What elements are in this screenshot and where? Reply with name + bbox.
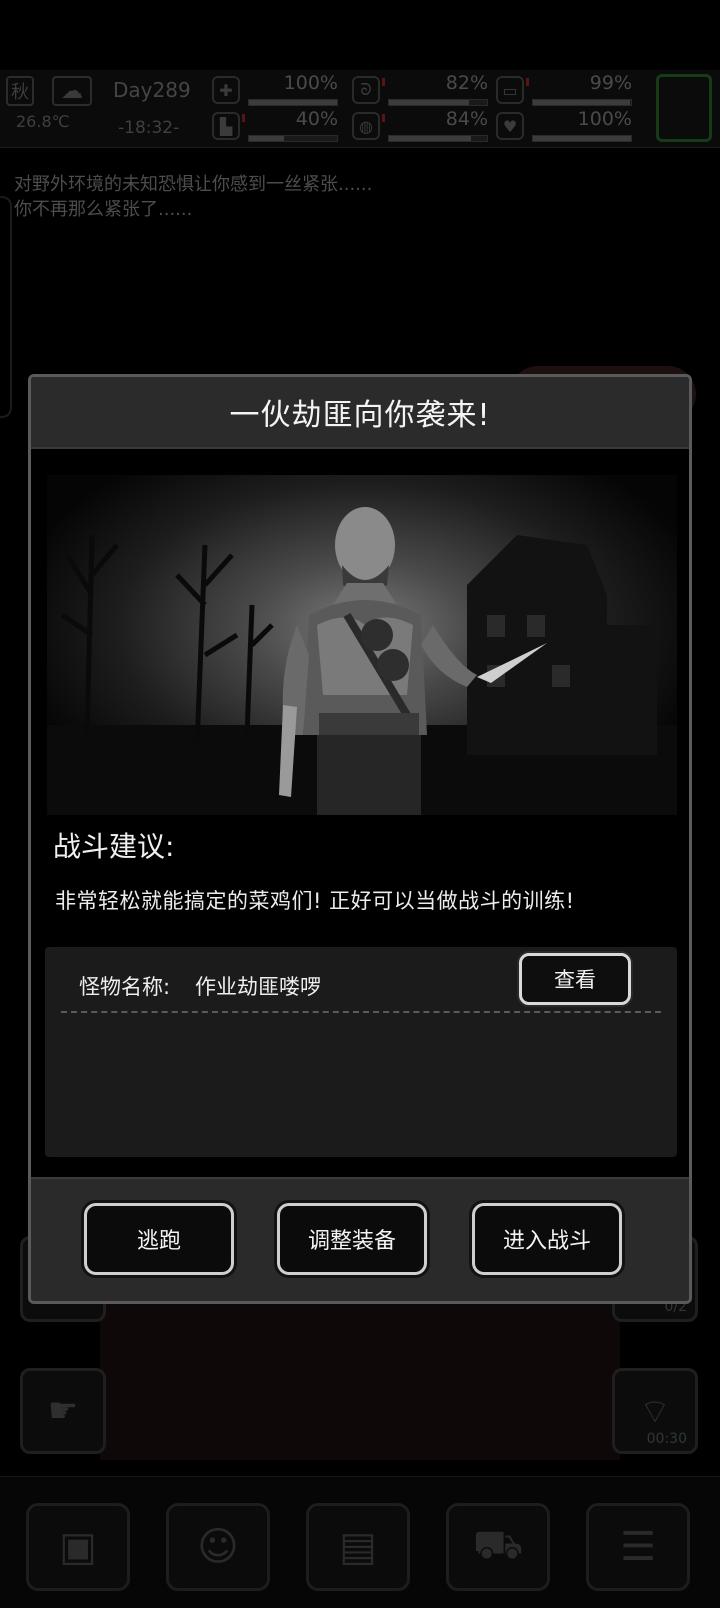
hunger-stat: ᘐ 82% <box>352 72 490 108</box>
temperature: 26.8℃ <box>16 112 70 131</box>
enter-battle-button[interactable]: 进入战斗 <box>472 1203 622 1275</box>
menu-list-icon: ☰ <box>620 1524 656 1570</box>
bandit-illustration <box>47 475 677 815</box>
log-line: 对野外环境的未知恐惧让你感到一丝紧张...... <box>14 174 373 195</box>
tap-hand-button[interactable]: ☛ <box>20 1368 106 1454</box>
radar-timer: 00:30 <box>646 1431 687 1447</box>
log-line: 你不再那么紧张了...... <box>14 199 193 220</box>
shop-button[interactable]: ⛟ <box>446 1503 550 1591</box>
day-counter: Day289 <box>113 78 191 102</box>
battery-icon: ▭ <box>496 76 524 104</box>
thirst-stat: ◍ 84% <box>352 108 490 144</box>
brain-head-icon: ☺ <box>197 1524 239 1570</box>
radar-button[interactable]: ⌔ 00:30 <box>612 1368 698 1454</box>
background-map <box>100 1280 620 1460</box>
stamina-bar <box>248 135 338 142</box>
medkit-icon: ✚ <box>212 76 240 104</box>
dashed-divider <box>61 1011 661 1013</box>
skills-button[interactable]: ☺ <box>166 1503 270 1591</box>
advice-heading: 战斗建议: <box>53 830 175 863</box>
season-indicator: 秋 <box>6 76 34 106</box>
stamina-stat: ▙ 40% <box>212 108 340 144</box>
cloudy-weather-icon: ☁ <box>52 76 92 106</box>
bottom-nav: ▣ ☺ ▤ ⛟ ☰ <box>0 1476 720 1608</box>
clock: -18:32- <box>118 118 180 138</box>
hand-pointer-icon: ☛ <box>47 1391 79 1431</box>
dialog-header: 一伙劫匪向你袭来! <box>31 377 689 449</box>
boot-icon: ▙ <box>212 112 240 140</box>
menu-button[interactable]: ☰ <box>586 1503 690 1591</box>
notebook-icon: ▤ <box>339 1524 377 1570</box>
side-drawer-handle[interactable] <box>0 196 12 418</box>
adjust-equipment-button[interactable]: 调整装备 <box>277 1203 427 1275</box>
backpack-button[interactable]: ▣ <box>26 1503 130 1591</box>
stomach-icon: ᘐ <box>352 76 380 104</box>
backpack-icon: ▣ <box>59 1524 97 1570</box>
encounter-dialog: 一伙劫匪向你袭来! 战斗建议: 非常轻松就能搞定的菜鸡们! 正好可以当做战斗的训… <box>28 374 692 1304</box>
thirst-bar <box>388 135 488 142</box>
mood-bar <box>532 135 632 142</box>
cart-icon: ⛟ <box>472 1521 524 1568</box>
bandit-scene-art <box>47 507 677 815</box>
view-monster-button[interactable]: 查看 <box>519 953 631 1005</box>
water-drop-icon: ◍ <box>352 112 380 140</box>
monster-list: 怪物名称: 作业劫匪喽啰 查看 <box>45 947 677 1157</box>
heart-icon: ♥ <box>496 112 524 140</box>
advice-text: 非常轻松就能搞定的菜鸡们! 正好可以当做战斗的训练! <box>55 889 575 913</box>
flee-button[interactable]: 逃跑 <box>84 1203 234 1275</box>
satellite-dish-icon: ⌔ <box>639 1391 671 1432</box>
journal-button[interactable]: ▤ <box>306 1503 410 1591</box>
health-bar <box>248 99 338 106</box>
health-stat: ✚ 100% <box>212 72 340 108</box>
monster-name-label: 怪物名称: <box>79 975 171 999</box>
hunger-bar <box>388 99 488 106</box>
event-log: 对野外环境的未知恐惧让你感到一丝紧张...... 你不再那么紧张了...... <box>14 172 372 222</box>
dialog-title: 一伙劫匪向你袭来! <box>229 398 491 433</box>
status-bar: 秋 ☁ 26.8℃ Day289 -18:32- ✚ 100% ᘐ 82% ▭ … <box>0 70 720 148</box>
equipment-slot[interactable] <box>656 74 712 142</box>
dialog-footer: 逃跑 调整装备 进入战斗 <box>31 1177 689 1301</box>
monster-name: 作业劫匪喽啰 <box>195 975 321 999</box>
energy-stat: ▭ 99% <box>496 72 634 108</box>
mood-stat: ♥ 100% <box>496 108 634 144</box>
energy-bar <box>532 99 632 106</box>
